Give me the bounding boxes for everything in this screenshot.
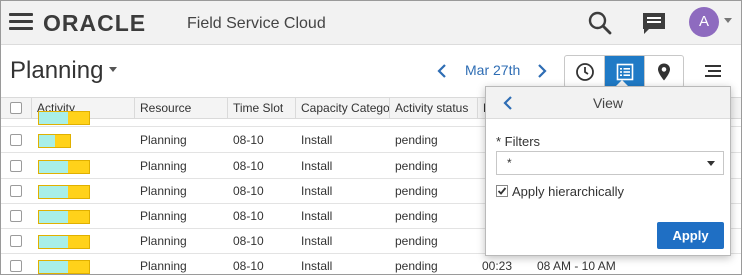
activity-bar[interactable] <box>38 210 90 224</box>
capacity-cell: Install <box>301 259 333 273</box>
row-checkbox[interactable] <box>10 160 22 172</box>
time-slot-cell: 08-10 <box>233 209 264 223</box>
column-header-activity-status[interactable]: Activity status <box>389 98 477 119</box>
status-cell: pending <box>395 234 438 248</box>
apply-hierarchically-checkbox[interactable] <box>496 185 508 197</box>
row-checkbox[interactable] <box>10 235 22 247</box>
oracle-logo: ORACLE <box>43 10 147 36</box>
capacity-cell: Install <box>301 209 333 223</box>
column-header-time-slot[interactable]: Time Slot <box>227 98 295 119</box>
list-icon <box>616 63 633 80</box>
view-panel: View * Filters * Apply hierarchically Ap… <box>485 86 731 256</box>
page-title-label: Planning <box>10 57 104 84</box>
page-title[interactable]: Planning <box>10 57 118 85</box>
status-cell: pending <box>395 209 438 223</box>
chat-icon[interactable] <box>641 11 667 37</box>
chevron-left-icon <box>437 64 446 78</box>
avatar-dropdown-icon[interactable] <box>724 18 732 23</box>
chevron-right-icon <box>538 64 547 78</box>
time-slot-cell: 08-10 <box>233 159 264 173</box>
time-slot-cell: 08-10 <box>233 259 264 273</box>
row-checkbox[interactable] <box>10 210 22 222</box>
duration-cell: 00:23 <box>482 259 513 273</box>
checkmark-icon <box>497 187 507 195</box>
apply-button[interactable]: Apply <box>657 222 724 249</box>
chevron-down-icon <box>109 67 118 73</box>
activity-bar[interactable] <box>38 134 71 148</box>
map-view-button[interactable] <box>643 56 683 87</box>
capacity-cell: Install <box>301 234 333 248</box>
row-checkbox[interactable] <box>10 260 22 272</box>
table-row[interactable]: Planning 08-10 Install pending 00:23 08 … <box>1 254 741 274</box>
time-slot-cell: 08-10 <box>233 184 264 198</box>
resource-cell: Planning <box>140 133 187 147</box>
capacity-cell: Install <box>301 133 333 147</box>
header-select-all-cell <box>1 98 31 119</box>
capacity-cell: Install <box>301 184 333 198</box>
activity-bar[interactable] <box>38 160 90 174</box>
status-cell: pending <box>395 259 438 273</box>
column-header-resource[interactable]: Resource <box>134 98 227 119</box>
top-bar: ORACLE Field Service Cloud A <box>1 1 741 45</box>
filters-select[interactable]: * <box>496 151 724 175</box>
time-view-button[interactable] <box>565 56 604 87</box>
app-title: Field Service Cloud <box>187 15 326 32</box>
search-icon[interactable] <box>587 10 613 36</box>
column-header-capacity-category[interactable]: Capacity Catego <box>295 98 389 119</box>
time-slot-cell: 08-10 <box>233 133 264 147</box>
filters-label: * Filters <box>496 134 541 149</box>
activity-bar[interactable] <box>38 185 90 199</box>
avatar[interactable]: A <box>689 7 719 37</box>
map-pin-icon <box>657 63 670 80</box>
row-checkbox[interactable] <box>10 185 22 197</box>
capacity-cell: Install <box>301 159 333 173</box>
date-picker[interactable]: Mar 27th <box>465 62 520 78</box>
previous-date-button[interactable] <box>434 62 450 80</box>
time-slot-cell: 08-10 <box>233 234 264 248</box>
resource-cell: Planning <box>140 259 187 273</box>
next-date-button[interactable] <box>534 62 550 80</box>
status-cell: pending <box>395 133 438 147</box>
app-window: ORACLE Field Service Cloud A Planning Ma… <box>0 0 742 275</box>
resource-cell: Planning <box>140 234 187 248</box>
clock-icon <box>575 62 594 81</box>
resource-cell: Planning <box>140 209 187 223</box>
hamburger-menu-icon[interactable] <box>9 13 33 31</box>
chevron-down-icon <box>707 161 715 166</box>
resource-cell: Planning <box>140 184 187 198</box>
service-window-cell: 08 AM - 10 AM <box>537 259 616 273</box>
status-cell: pending <box>395 159 438 173</box>
activity-bar[interactable] <box>38 111 90 125</box>
activity-bar[interactable] <box>38 235 90 249</box>
view-panel-header: View <box>486 87 730 119</box>
resource-cell: Planning <box>140 159 187 173</box>
activity-bar[interactable] <box>38 260 90 274</box>
apply-hierarchically-label[interactable]: Apply hierarchically <box>512 184 624 199</box>
view-panel-title: View <box>592 95 624 111</box>
filters-select-value: * <box>507 156 512 170</box>
select-all-checkbox[interactable] <box>10 102 22 114</box>
status-cell: pending <box>395 184 438 198</box>
row-checkbox[interactable] <box>10 134 22 146</box>
more-menu-icon[interactable] <box>704 62 722 80</box>
